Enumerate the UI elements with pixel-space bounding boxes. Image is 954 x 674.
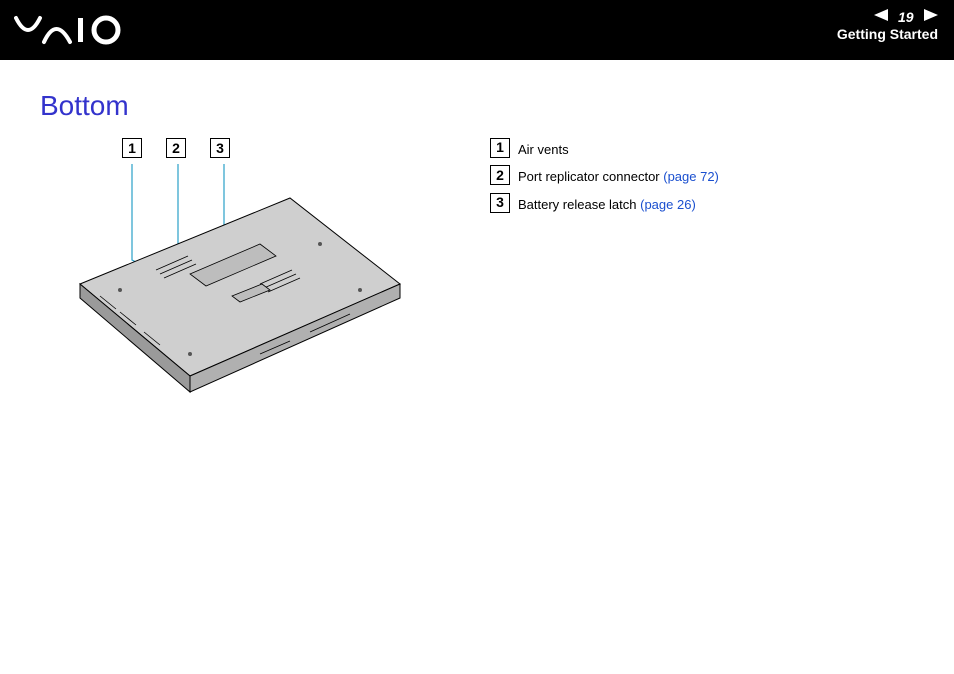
legend-item: 1 Air vents — [490, 138, 719, 161]
legend-num-1: 1 — [490, 138, 510, 158]
legend-num-2: 2 — [490, 165, 510, 185]
laptop-bottom-illustration — [60, 164, 420, 414]
prev-page-arrow-icon[interactable] — [874, 8, 888, 26]
legend-text-2: Port replicator connector — [518, 169, 663, 184]
legend-pageref-3[interactable]: (page 26) — [640, 197, 696, 212]
callout-box-1: 1 — [122, 138, 142, 158]
figure-area: 1 2 3 — [60, 138, 440, 418]
page-number: 19 — [898, 9, 914, 25]
legend-text-1: Air vents — [518, 142, 569, 157]
figure-callout-labels: 1 2 3 — [122, 138, 230, 158]
page-header: 19 Getting Started — [0, 0, 954, 60]
vaio-logo — [14, 14, 134, 51]
section-title: Getting Started — [837, 26, 938, 42]
next-page-arrow-icon[interactable] — [924, 8, 938, 26]
legend-text-3: Battery release latch — [518, 197, 640, 212]
legend-item: 2 Port replicator connector (page 72) — [490, 165, 719, 188]
page-content: Bottom 1 2 3 — [0, 60, 954, 170]
legend-item: 3 Battery release latch (page 26) — [490, 193, 719, 216]
page-title: Bottom — [40, 90, 914, 122]
legend-num-3: 3 — [490, 193, 510, 213]
callout-box-2: 2 — [166, 138, 186, 158]
legend-pageref-2[interactable]: (page 72) — [663, 169, 719, 184]
callout-box-3: 3 — [210, 138, 230, 158]
page-indicator: 19 Getting Started — [837, 8, 938, 42]
legend: 1 Air vents 2 Port replicator connector … — [490, 138, 719, 220]
